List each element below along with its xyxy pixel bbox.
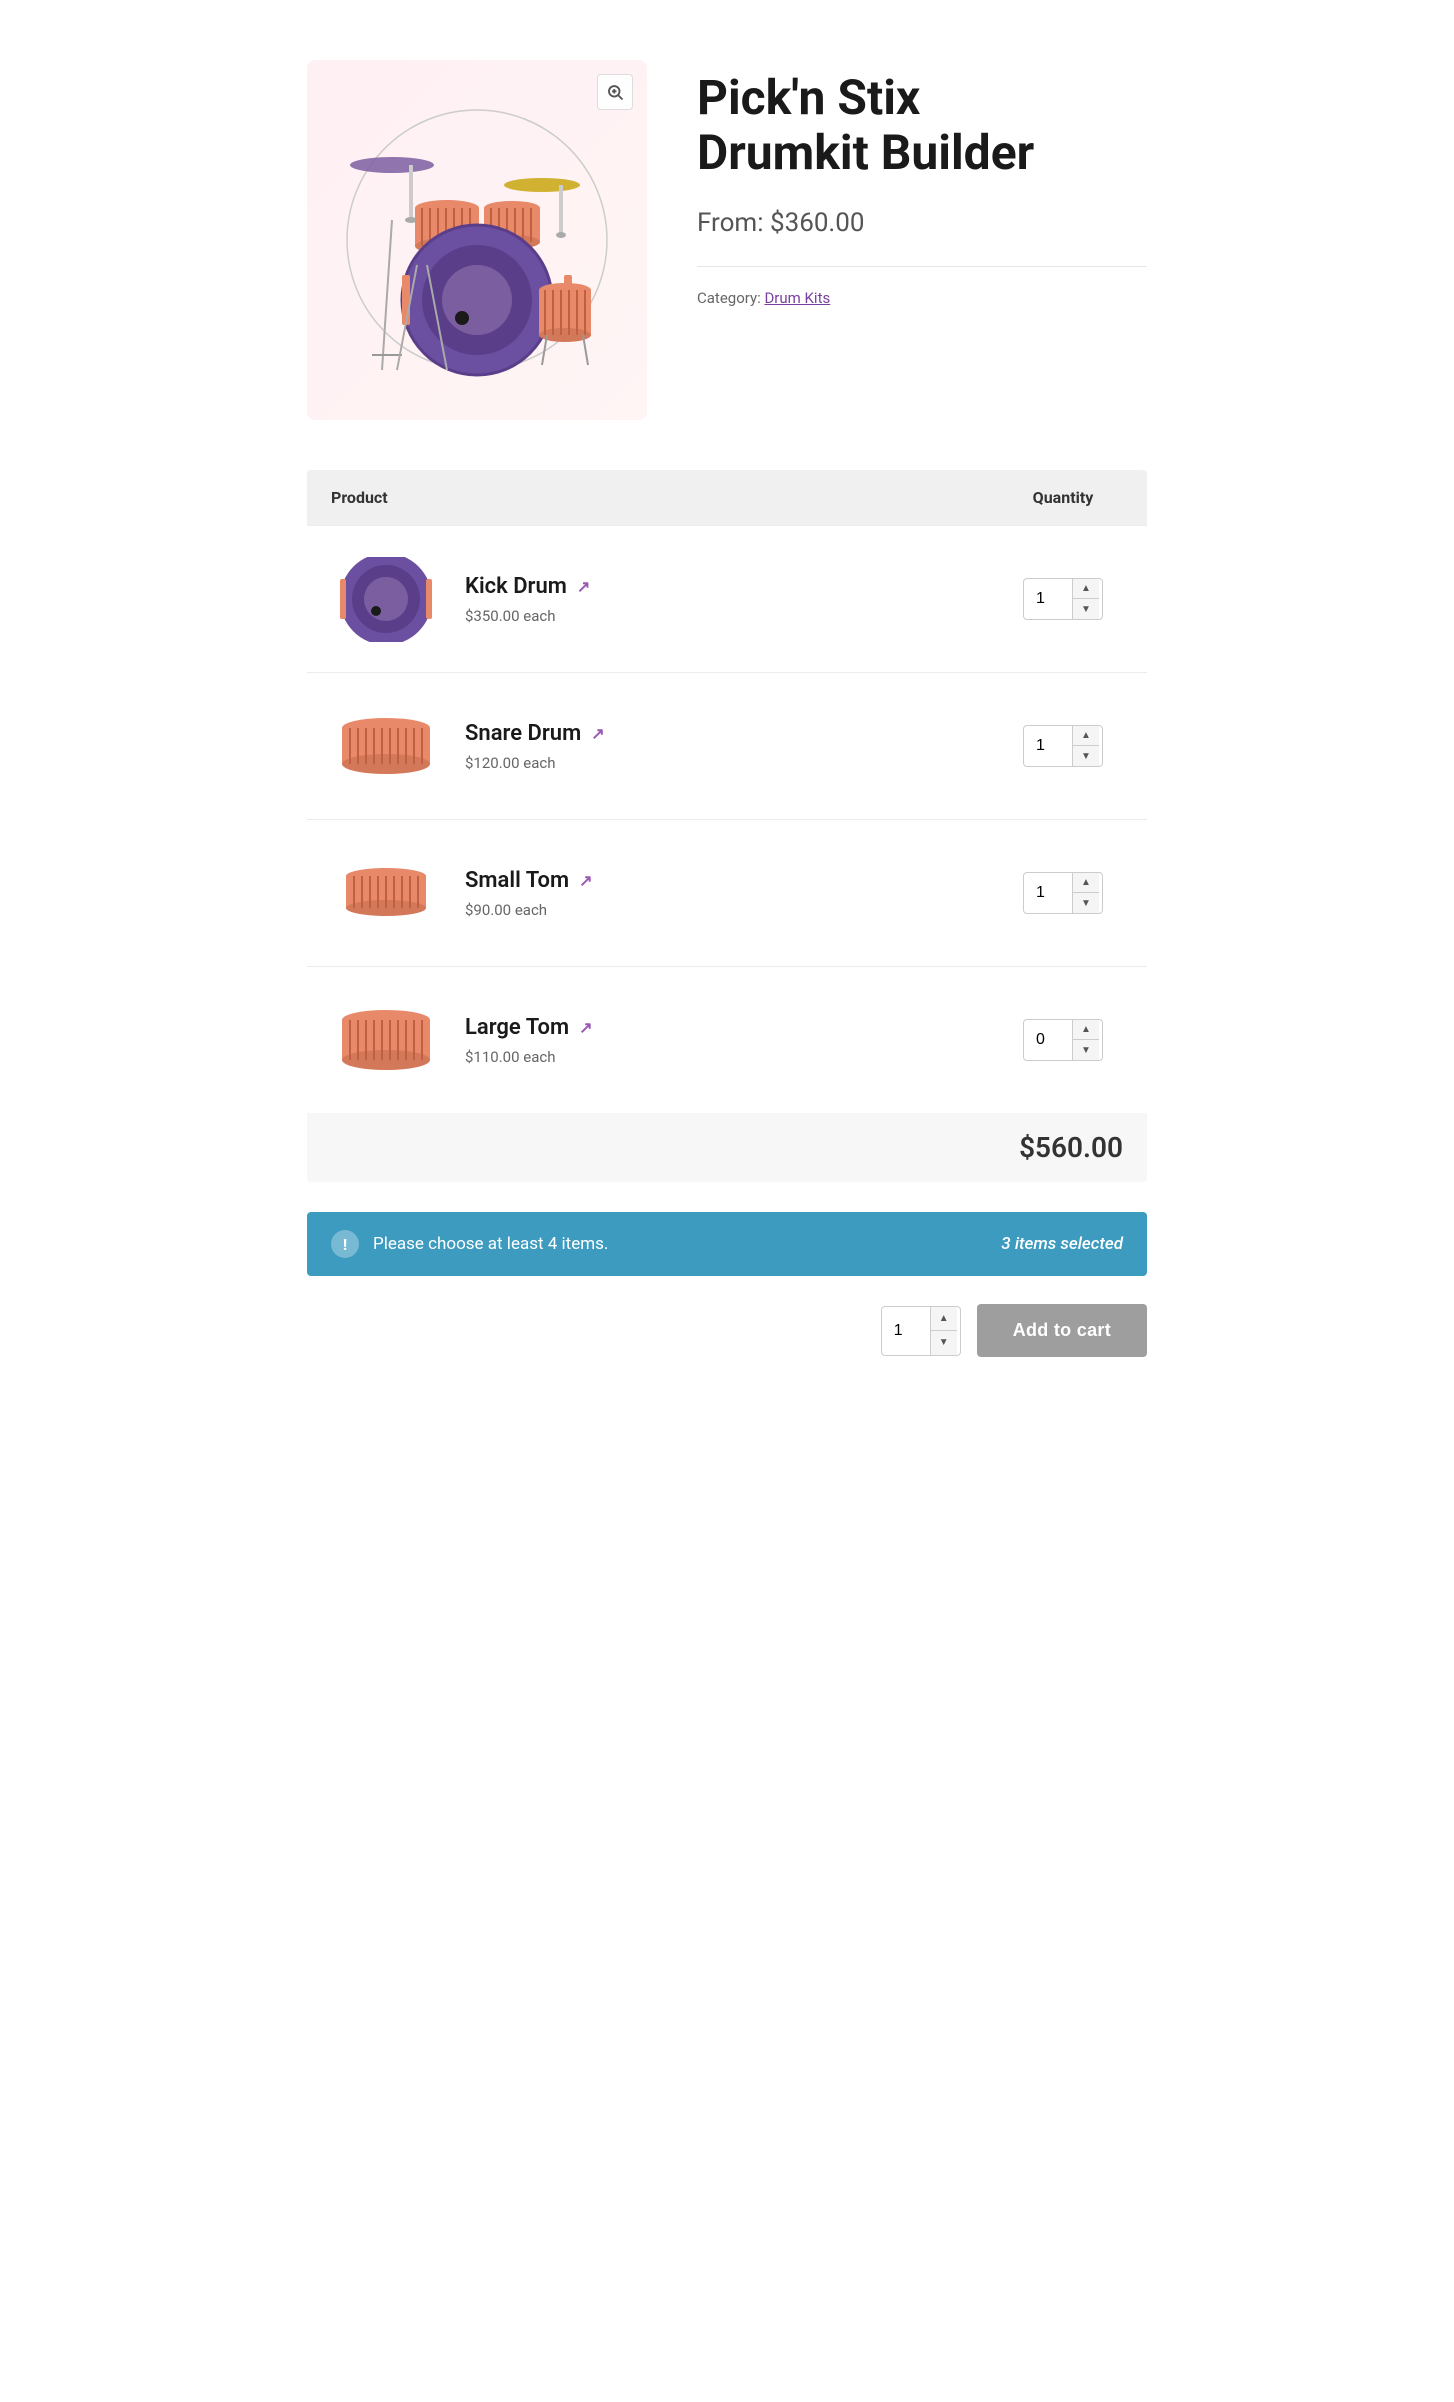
- snare-drum-link-icon[interactable]: ↗: [591, 724, 604, 743]
- bundle-item-small-tom: Small Tom ↗ $90.00 each ▲ ▼: [307, 819, 1147, 966]
- snare-drum-image: [331, 701, 441, 791]
- bundle-table-header: Product Quantity: [307, 470, 1147, 525]
- product-title: Pick'n Stix Drumkit Builder: [697, 70, 1147, 180]
- small-tom-qty-spinners: ▲ ▼: [1072, 873, 1099, 913]
- cart-qty-wrapper: ▲ ▼: [881, 1306, 961, 1356]
- notice-message: Please choose at least 4 items.: [373, 1234, 608, 1254]
- snare-drum-qty-spinners: ▲ ▼: [1072, 726, 1099, 766]
- product-image-container: [307, 60, 647, 420]
- kick-drum-image: [331, 554, 441, 644]
- large-tom-quantity-wrapper: ▲ ▼: [1003, 1019, 1123, 1061]
- large-tom-link-icon[interactable]: ↗: [579, 1018, 592, 1037]
- large-tom-price: $110.00 each: [465, 1048, 979, 1066]
- notice-icon: !: [331, 1230, 359, 1258]
- bundle-item-snare-drum: Snare Drum ↗ $120.00 each ▲ ▼: [307, 672, 1147, 819]
- page-wrapper: Pick'n Stix Drumkit Builder From: $360.0…: [277, 0, 1177, 1417]
- cart-qty-input[interactable]: [882, 1308, 930, 1354]
- snare-drum-qty-down[interactable]: ▼: [1073, 746, 1099, 766]
- snare-drum-qty-input-wrapper: ▲ ▼: [1023, 725, 1103, 767]
- kick-drum-qty-down[interactable]: ▼: [1073, 599, 1099, 619]
- cart-qty-down[interactable]: ▼: [931, 1331, 957, 1355]
- kick-drum-quantity-wrapper: ▲ ▼: [1003, 578, 1123, 620]
- large-tom-name: Large Tom ↗: [465, 1015, 979, 1040]
- bundle-item-kick-drum: Kick Drum ↗ $350.00 each ▲ ▼: [307, 525, 1147, 672]
- small-tom-name: Small Tom ↗: [465, 868, 979, 893]
- large-tom-details: Large Tom ↗ $110.00 each: [465, 1015, 979, 1066]
- category-link[interactable]: Drum Kits: [764, 289, 830, 307]
- bundle-section: Product Quantity Kick Drum ↗: [307, 470, 1147, 1182]
- bundle-total-value: $560.00: [1019, 1131, 1123, 1164]
- small-tom-price: $90.00 each: [465, 901, 979, 919]
- cart-qty-spinners: ▲ ▼: [930, 1307, 957, 1355]
- small-tom-image: [331, 848, 441, 938]
- kick-drum-qty-up[interactable]: ▲: [1073, 579, 1099, 599]
- kick-drum-qty-input[interactable]: [1024, 582, 1072, 616]
- notice-items-selected: 3 items selected: [1001, 1234, 1123, 1254]
- snare-drum-qty-input[interactable]: [1024, 729, 1072, 763]
- large-tom-qty-up[interactable]: ▲: [1073, 1020, 1099, 1040]
- small-tom-qty-up[interactable]: ▲: [1073, 873, 1099, 893]
- cart-qty-up[interactable]: ▲: [931, 1307, 957, 1331]
- notice-bar-left: ! Please choose at least 4 items.: [331, 1230, 608, 1258]
- kick-drum-qty-input-wrapper: ▲ ▼: [1023, 578, 1103, 620]
- product-price: From: $360.00: [697, 208, 1147, 238]
- snare-drum-quantity-wrapper: ▲ ▼: [1003, 725, 1123, 767]
- kick-drum-details: Kick Drum ↗ $350.00 each: [465, 574, 979, 625]
- snare-drum-name: Snare Drum ↗: [465, 721, 979, 746]
- col-product-header: Product: [331, 488, 1003, 507]
- product-category: Category: Drum Kits: [697, 289, 1147, 307]
- kick-drum-price: $350.00 each: [465, 607, 979, 625]
- snare-drum-qty-up[interactable]: ▲: [1073, 726, 1099, 746]
- large-tom-image: [331, 995, 441, 1085]
- small-tom-qty-input[interactable]: [1024, 876, 1072, 910]
- snare-drum-details: Snare Drum ↗ $120.00 each: [465, 721, 979, 772]
- add-to-cart-button[interactable]: Add to cart: [977, 1304, 1147, 1357]
- product-divider: [697, 266, 1147, 267]
- notice-bar: ! Please choose at least 4 items. 3 item…: [307, 1212, 1147, 1276]
- large-tom-qty-down[interactable]: ▼: [1073, 1040, 1099, 1060]
- large-tom-qty-input-wrapper: ▲ ▼: [1023, 1019, 1103, 1061]
- small-tom-quantity-wrapper: ▲ ▼: [1003, 872, 1123, 914]
- bundle-total-row: $560.00: [307, 1113, 1147, 1182]
- large-tom-qty-spinners: ▲ ▼: [1072, 1020, 1099, 1060]
- large-tom-qty-input[interactable]: [1024, 1023, 1072, 1057]
- bundle-item-large-tom: Large Tom ↗ $110.00 each ▲ ▼: [307, 966, 1147, 1113]
- snare-drum-price: $120.00 each: [465, 754, 979, 772]
- zoom-icon[interactable]: [597, 74, 633, 110]
- small-tom-details: Small Tom ↗ $90.00 each: [465, 868, 979, 919]
- col-quantity-header: Quantity: [1003, 488, 1123, 507]
- kick-drum-link-icon[interactable]: ↗: [577, 577, 590, 596]
- add-to-cart-row: ▲ ▼ Add to cart: [307, 1304, 1147, 1357]
- product-header: Pick'n Stix Drumkit Builder From: $360.0…: [307, 60, 1147, 420]
- small-tom-qty-down[interactable]: ▼: [1073, 893, 1099, 913]
- small-tom-qty-input-wrapper: ▲ ▼: [1023, 872, 1103, 914]
- product-info: Pick'n Stix Drumkit Builder From: $360.0…: [697, 60, 1147, 307]
- product-image-svg: [337, 90, 617, 390]
- kick-drum-qty-spinners: ▲ ▼: [1072, 579, 1099, 619]
- kick-drum-name: Kick Drum ↗: [465, 574, 979, 599]
- small-tom-link-icon[interactable]: ↗: [579, 871, 592, 890]
